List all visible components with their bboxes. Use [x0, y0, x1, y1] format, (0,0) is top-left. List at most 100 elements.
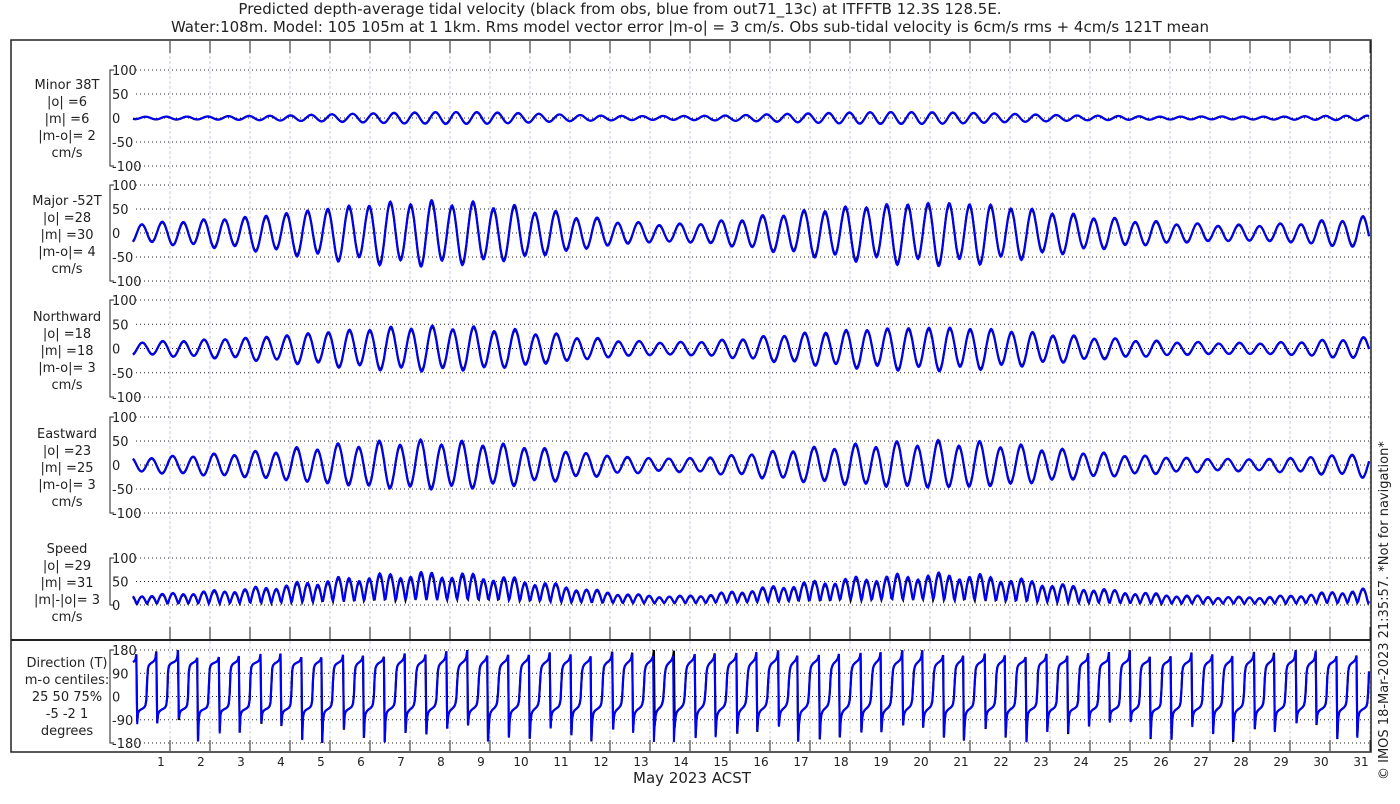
x-tick-label: 2: [197, 755, 205, 769]
panel-label-line: Direction (T): [27, 656, 108, 671]
x-tick-label: 26: [1153, 755, 1168, 769]
x-tick-label: 28: [1233, 755, 1248, 769]
y-tick-label: 90: [112, 667, 129, 682]
panel-label-line: cm/s: [52, 378, 83, 393]
x-tick-label: 27: [1193, 755, 1208, 769]
y-tick-label: 0: [112, 599, 120, 614]
x-tick-label: 18: [833, 755, 848, 769]
panel-label-line: Major -52T: [32, 194, 101, 209]
panel-label-line: |o| =18: [43, 327, 91, 342]
x-tick-label: 17: [793, 755, 808, 769]
y-tick-label: 100: [112, 294, 137, 309]
y-tick-label: 0: [112, 112, 120, 127]
x-tick-label: 29: [1273, 755, 1288, 769]
panel-label-line: |m| =31: [41, 576, 94, 591]
panel-label-line: |m| =25: [41, 461, 94, 476]
panel-label-line: |o| =6: [47, 95, 87, 110]
panel-label-line: cm/s: [52, 495, 83, 510]
y-tick-label: 180: [112, 644, 137, 659]
y-tick-label: 100: [112, 411, 137, 426]
panel-label-line: degrees: [41, 724, 94, 739]
x-tick-label: 22: [993, 755, 1008, 769]
panel-label-line: cm/s: [52, 146, 83, 161]
panel-label-line: 25 50 75%: [32, 690, 102, 705]
tidal-velocity-figure: Predicted depth-average tidal velocity (…: [10, 0, 1392, 787]
x-tick-label: 21: [953, 755, 968, 769]
x-tick-label: 16: [753, 755, 768, 769]
x-tick-label: 7: [397, 755, 405, 769]
panel-major: Major -52T |o| =28 |m| =30 |m-o|= 4 cm/s 100 5…: [32, 179, 1371, 290]
y-tick-label: 100: [112, 552, 137, 567]
x-tick-label: 25: [1113, 755, 1128, 769]
y-tick-label: 50: [112, 435, 129, 450]
x-tick-label: 20: [913, 755, 928, 769]
y-tick-label: -50: [112, 483, 133, 498]
x-tick-label: 31: [1353, 755, 1368, 769]
x-tick-label: 14: [673, 755, 688, 769]
x-tick-label: 19: [873, 755, 888, 769]
panel-label-line: Eastward: [37, 427, 97, 442]
x-tick-label: 3: [237, 755, 245, 769]
x-axis: 1 2 3 4 5 6 7 8 9 10 11 12 13 14 15 16 17 18 19 20 21 22 23 24 2…: [157, 41, 1371, 769]
y-tick-label: 100: [112, 179, 137, 194]
panel-label-line: |m-o|= 2: [38, 129, 96, 144]
y-tick-label: -50: [112, 367, 133, 382]
panel-label-line: |o| =23: [43, 444, 91, 459]
panel-direction: Direction (T) m-o centiles: 25 50 75% -5 -2…: [25, 644, 1371, 752]
y-tick-label: 50: [112, 576, 129, 591]
panel-label-line: |m| =6: [45, 112, 90, 127]
x-tick-label: 24: [1073, 755, 1088, 769]
x-tick-label: 8: [437, 755, 445, 769]
chart-title-line2: Water:108m. Model: 105 105m at 1 1km. Rm…: [171, 18, 1209, 36]
y-tick-label: 0: [112, 459, 120, 474]
figure-frame: [10, 39, 1372, 753]
panel-north: Northward |o| =18 |m| =18 |m-o|= 3 cm/s 100 50…: [33, 294, 1371, 406]
x-axis-label: May 2023 ACST: [633, 769, 752, 787]
minor-model-series: [132, 110, 1370, 126]
y-tick-label: -100: [112, 391, 142, 406]
y-tick-label: 50: [112, 88, 129, 103]
major-model-series: [132, 198, 1370, 268]
panel-label-line: |o| =29: [43, 559, 91, 574]
panel-label-line: m-o centiles:: [25, 673, 110, 688]
y-tick-label: -90: [112, 714, 133, 729]
x-tick-label: 30: [1313, 755, 1328, 769]
panel-label-line: |m|-|o|= 3: [34, 593, 100, 608]
panel-label-line: Northward: [33, 310, 101, 325]
x-tick-label: 11: [553, 755, 568, 769]
north-obs-series: [132, 325, 1371, 372]
chart-title-line1: Predicted depth-average tidal velocity (…: [238, 0, 1001, 19]
y-tick-label: -50: [112, 251, 133, 266]
panel-label-line: -5 -2 1: [46, 707, 88, 722]
panel-label-line: Speed: [47, 542, 88, 557]
y-tick-label: -100: [112, 160, 142, 175]
direction-model-series: [132, 649, 1370, 743]
panel-label-line: |m-o|= 3: [38, 478, 96, 493]
panel-label-line: |m| =30: [41, 228, 94, 243]
y-tick-label: 100: [112, 64, 137, 79]
panel-label-line: cm/s: [52, 262, 83, 277]
y-tick-label: 50: [112, 203, 129, 218]
panel-label-line: cm/s: [52, 610, 83, 625]
y-tick-label: 0: [112, 691, 120, 706]
y-tick-label: -100: [112, 507, 142, 522]
panel-label-line: |m-o|= 4: [38, 245, 96, 260]
y-tick-label: 50: [112, 318, 129, 333]
x-tick-label: 23: [1033, 755, 1048, 769]
y-tick-label: 0: [112, 227, 120, 242]
y-tick-label: -100: [112, 275, 142, 290]
x-tick-label: 9: [477, 755, 485, 769]
x-tick-label: 13: [633, 755, 648, 769]
x-tick-label: 1: [157, 755, 165, 769]
x-tick-label: 4: [277, 755, 285, 769]
y-tick-label: 0: [112, 343, 120, 358]
x-tick-label: 6: [357, 755, 365, 769]
panel-label-line: |o| =28: [43, 211, 91, 226]
y-tick-label: -180: [112, 737, 142, 752]
north-model-series: [132, 324, 1370, 373]
east-obs-series: [132, 439, 1371, 490]
x-tick-label: 10: [513, 755, 528, 769]
day-gridlines: [169, 41, 1371, 751]
copyright-footer: © IMOS 18-Mar-2023 21:35:57. *Not for na…: [1377, 441, 1392, 780]
x-tick-label: 12: [593, 755, 608, 769]
